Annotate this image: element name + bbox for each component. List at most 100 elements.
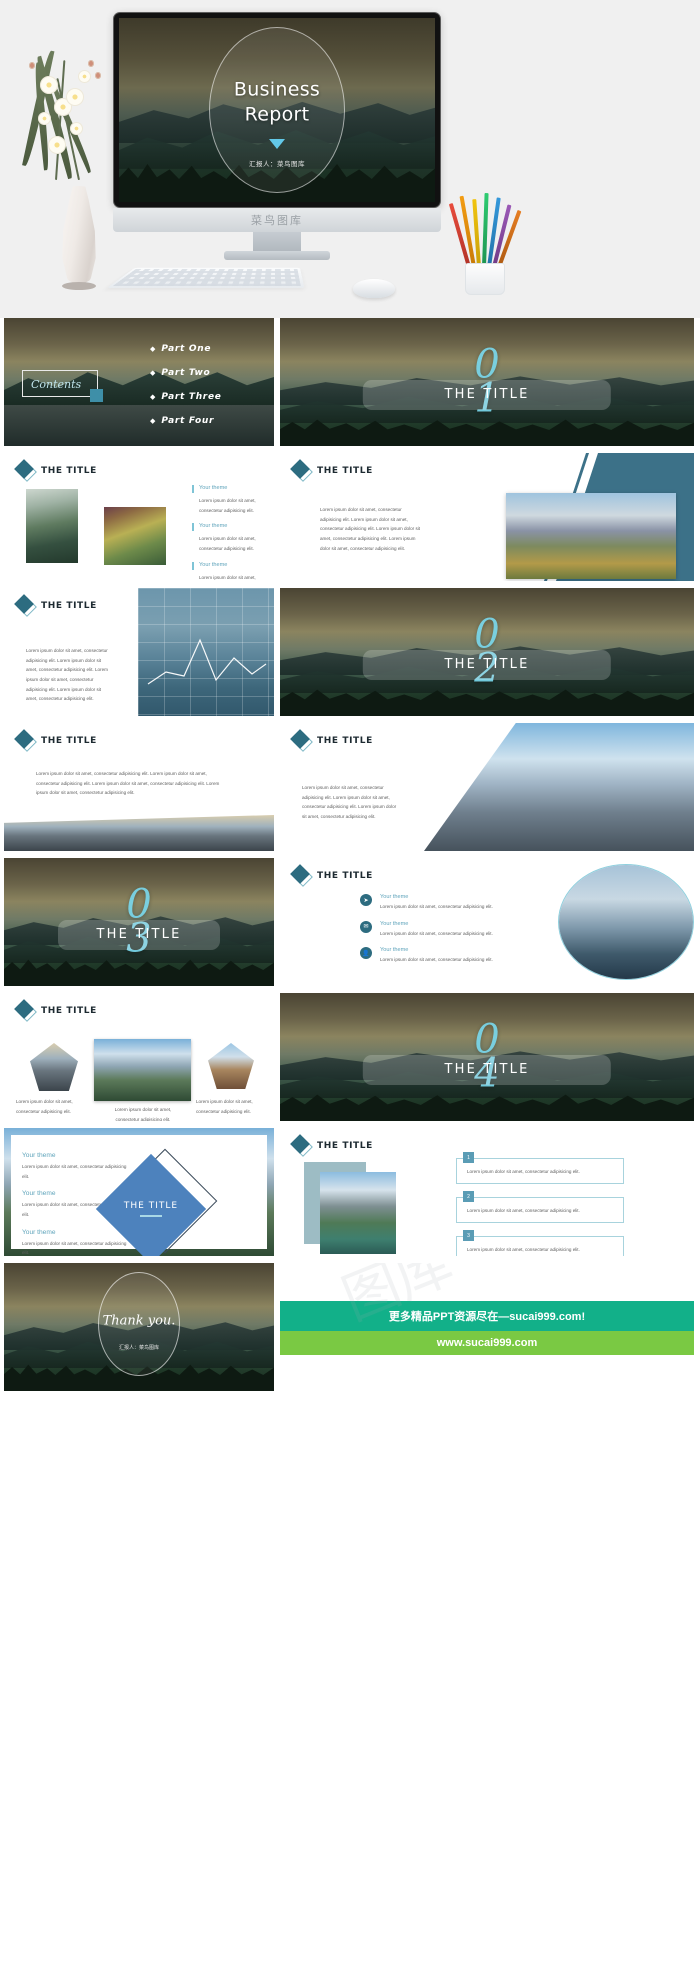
feature-body: Lorem ipsum dolor sit amet, consectetur … [380,904,493,909]
theme-body: Lorem ipsum dolor sit amet, consectetur … [199,536,256,551]
slide-row-6: THE TITLE Lorem ipsum dolor sit amet, co… [4,993,696,1121]
promo-panel: 图库 更多精品PPT资源尽在—sucai999.com! www.sucai99… [280,1263,694,1391]
numbered-item[interactable]: 3 Lorem ipsum dolor sit amet, consectetu… [456,1230,624,1256]
icon-feature-item[interactable]: ✉ Your theme Lorem ipsum dolor sit amet,… [360,920,510,939]
slide-row-2: THE TITLE Your theme Lorem ipsum dolor s… [4,453,696,581]
pentagon-photo-1 [30,1043,78,1091]
hero-title: Business Report [234,77,320,128]
pentagon-caption-2: Lorem ipsum dolor sit amet, consectetur … [196,1099,253,1114]
feature-label: Your theme [380,894,409,900]
triangle-icon [269,139,285,150]
promo-banner-bottom[interactable]: www.sucai999.com [280,1331,694,1355]
contents-item-label: Part Four [161,416,215,426]
slide-section-02[interactable]: 0 2 THE TITLE [280,588,694,716]
slide-header: THE TITLE [280,1128,694,1157]
slide-chart[interactable]: THE TITLE Lorem ipsum dolor sit amet, co… [4,588,274,716]
icon-feature-item[interactable]: ➤ Your theme Lorem ipsum dolor sit amet,… [360,894,510,912]
section-title-pill: THE TITLE [362,379,612,410]
feature-body: Lorem ipsum dolor sit amet, consectetur … [380,957,493,963]
paper-plane-icon: ➤ [360,894,372,906]
diamond-icon [14,459,37,482]
diamond-bullet-icon: ◆ [150,418,156,425]
slide-row-7: Your theme Lorem ipsum dolor sit amet, c… [4,1128,696,1256]
pencil-cup-group [448,192,522,295]
slide-title: THE TITLE [41,1005,97,1016]
thankyou-presenter: 汇报人：菜鸟图库 [118,1344,160,1351]
feature-label: Your theme [380,947,409,954]
slide-title: THE TITLE [41,600,97,611]
numbered-item[interactable]: 1 Lorem ipsum dolor sit amet, consectetu… [456,1152,624,1184]
contents-item-label: Part Three [161,392,222,402]
slide-icon-list[interactable]: THE TITLE ➤ Your theme Lorem ipsum dolor… [280,858,694,986]
slide-title: THE TITLE [317,735,373,746]
section-title: THE TITLE [96,927,182,943]
numbered-items: 1 Lorem ipsum dolor sit amet, consectetu… [456,1152,624,1256]
monitor-screen: Business Report 汇报人：菜鸟图库 [119,18,435,202]
item-body: Lorem ipsum dolor sit amet, consectetur … [467,1169,580,1174]
keyboard [106,267,305,289]
item-body: Lorem ipsum dolor sit amet, consectetur … [467,1208,580,1213]
lake-water [4,405,274,446]
center-caption: Lorem ipsum dolor sit amet, consectetur … [114,1107,172,1121]
slide-thankyou[interactable]: Thank you. 汇报人：菜鸟图库 [4,1263,274,1391]
pentagon-caption-1: Lorem ipsum dolor sit amet, consectetur … [16,1099,73,1114]
contents-label-box: Contents [22,370,98,397]
slide-two-photos[interactable]: THE TITLE Your theme Lorem ipsum dolor s… [4,453,274,581]
contents-item[interactable]: ◆ Part Four [150,416,222,426]
diamond-icon [14,999,37,1022]
numbered-item[interactable]: 2 Lorem ipsum dolor sit amet, consectetu… [456,1191,624,1223]
slide-row-1: Contents ◆ Part One ◆ Part Two ◆ Part Th… [4,318,696,446]
promo-banner-top[interactable]: 更多精品PPT资源尽在—sucai999.com! [280,1301,694,1331]
slide-text-bottom-photo[interactable]: THE TITLE Lorem ipsum dolor sit amet, co… [4,723,274,851]
title-underline [140,1215,162,1217]
slide-row-5: 0 3 THE TITLE THE TITLE ➤ Your theme Lor… [4,858,696,986]
mouse [353,279,395,298]
slide-text-diagonal-photo[interactable]: THE TITLE Lorem ipsum dolor sit amet, co… [280,723,694,851]
slide-contents[interactable]: Contents ◆ Part One ◆ Part Two ◆ Part Th… [4,318,274,446]
slide-pentagons[interactable]: THE TITLE Lorem ipsum dolor sit amet, co… [4,993,274,1121]
center-photo [94,1039,191,1101]
slide-diamond[interactable]: Your theme Lorem ipsum dolor sit amet, c… [4,1128,274,1256]
contents-item[interactable]: ◆ Part One [150,344,222,354]
slide-section-01[interactable]: 0 1 THE TITLE [280,318,694,446]
hero-title-line1: Business [233,77,321,100]
icon-feature-item[interactable]: 👤 Your theme Lorem ipsum dolor sit amet,… [360,947,510,965]
diamond-bullet-icon: ◆ [150,346,156,353]
slide-row-4: THE TITLE Lorem ipsum dolor sit amet, co… [4,723,696,851]
theme-body: Lorem ipsum dolor sit amet, consectetur … [199,498,256,513]
slide-row-3: THE TITLE Lorem ipsum dolor sit amet, co… [4,588,696,716]
slide-title: THE TITLE [317,870,373,881]
section-title: THE TITLE [444,387,530,403]
slide-section-04[interactable]: 0 4 THE TITLE [280,993,694,1121]
monitor-stand-base [224,251,330,260]
slide-text-photo-right[interactable]: THE TITLE Lorem ipsum dolor sit amet, co… [280,453,694,581]
slide-header: THE TITLE [4,453,274,482]
slide-row-8: Thank you. 汇报人：菜鸟图库 图库 更多精品PPT资源尽在—sucai… [4,1263,696,1391]
section-title: THE TITLE [444,657,530,673]
feature-label: Your theme [380,920,409,927]
slide-title: THE TITLE [41,735,97,746]
diamond-icon [14,594,37,617]
slide-header: THE TITLE [4,993,274,1022]
slide-section-03[interactable]: 0 3 THE TITLE [4,858,274,986]
slide-header: THE TITLE [4,723,274,752]
photo-misty-forest [559,865,693,979]
contents-item[interactable]: ◆ Part Two [150,368,222,378]
item-number: 2 [463,1191,474,1202]
feature-body: Lorem ipsum dolor sit amet, consectetur … [380,930,493,936]
theme-label: Your theme [199,485,228,491]
contents-item[interactable]: ◆ Part Three [150,392,222,402]
slide-body: Lorem ipsum dolor sit amet, consectetur … [320,507,421,551]
theme-label: Your theme [199,561,228,568]
monitor-brand-label: 菜鸟图库 [251,215,303,227]
photo-forest [26,489,78,563]
slide-numbered-list[interactable]: THE TITLE 1 Lorem ipsum dolor sit amet, … [280,1128,694,1256]
chart-panel [138,588,274,716]
item-number: 3 [463,1230,474,1241]
section-title-pill: THE TITLE [362,649,612,680]
item-number: 1 [463,1152,474,1163]
diamond-title: THE TITLE [123,1201,179,1211]
icon-feature-list: ➤ Your theme Lorem ipsum dolor sit amet,… [360,894,510,965]
photo-lake [320,1172,396,1254]
theme-item: Your theme [192,485,270,493]
